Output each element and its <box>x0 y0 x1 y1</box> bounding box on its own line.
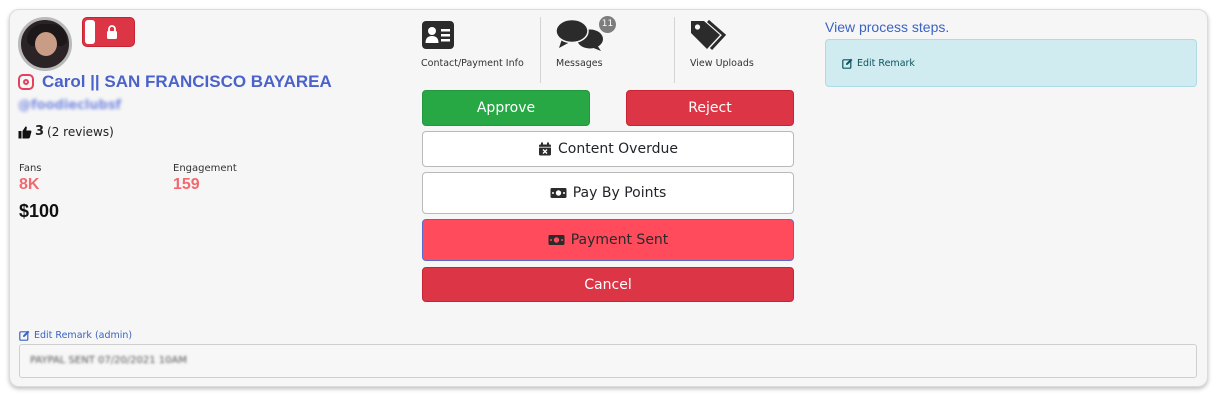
engagement-value: 159 <box>173 176 200 193</box>
fans-label: Fans <box>19 163 42 174</box>
price: $100 <box>19 201 60 221</box>
tool-view-uploads[interactable]: View Uploads <box>689 16 779 86</box>
tool-separator <box>540 17 541 83</box>
edit-remark-admin-label: Edit Remark (admin) <box>34 330 133 341</box>
toggle-knob <box>85 20 95 44</box>
lock-icon <box>107 25 117 39</box>
payment-sent-label: Payment Sent <box>570 232 669 248</box>
content-overdue-button[interactable]: Content Overdue <box>422 131 794 167</box>
rating-score: 3 <box>35 124 45 139</box>
lock-toggle[interactable] <box>82 17 135 47</box>
avatar[interactable] <box>18 17 72 71</box>
engagement-label: Engagement <box>173 163 237 174</box>
rating-reviews: (2 reviews) <box>47 124 114 139</box>
tags-icon <box>691 19 727 51</box>
contact-card-icon <box>422 21 454 49</box>
tool-contact-payment[interactable]: Contact/Payment Info <box>420 16 530 86</box>
instagram-icon <box>18 74 34 90</box>
reject-button[interactable]: Reject <box>626 90 794 126</box>
tool-separator <box>674 17 675 83</box>
money-bill-icon <box>550 188 567 198</box>
contact-payment-label: Contact/Payment Info <box>421 58 524 69</box>
admin-remark-field[interactable]: PAYPAL SENT 07/20/2021 10AM <box>19 344 1197 378</box>
approve-button[interactable]: Approve <box>422 90 590 126</box>
messages-count-badge: 11 <box>599 16 616 33</box>
messages-label: Messages <box>556 58 603 69</box>
remark-box: Edit Remark <box>825 39 1197 87</box>
chat-bubbles-icon <box>555 18 603 51</box>
edit-remark-label: Edit Remark <box>857 58 915 69</box>
content-overdue-label: Content Overdue <box>558 141 678 157</box>
edit-icon <box>19 330 30 341</box>
view-process-steps-link[interactable]: View process steps. <box>825 19 949 35</box>
approve-label: Approve <box>476 100 536 116</box>
avatar-face <box>35 32 57 56</box>
view-uploads-label: View Uploads <box>690 58 754 69</box>
admin-remark-value: PAYPAL SENT 07/20/2021 10AM <box>30 355 187 366</box>
reject-label: Reject <box>688 100 732 116</box>
rating: 3 (2 reviews) <box>18 124 114 139</box>
profile-name[interactable]: Carol || SAN FRANCISCO BAYAREA <box>42 72 332 92</box>
pay-by-points-label: Pay By Points <box>572 185 667 201</box>
profile-name-row: Carol || SAN FRANCISCO BAYAREA <box>18 72 332 92</box>
money-bill-icon <box>548 235 565 245</box>
profile-handle[interactable]: @foodieclubsf <box>18 98 121 113</box>
calendar-x-icon <box>539 142 552 156</box>
edit-remark-admin-link[interactable]: Edit Remark (admin) <box>19 330 132 341</box>
edit-remark-link[interactable]: Edit Remark <box>842 58 915 69</box>
edit-icon <box>842 58 853 69</box>
thumbs-up-icon <box>18 125 32 138</box>
fans-value: 8K <box>19 176 40 193</box>
pay-by-points-button[interactable]: Pay By Points <box>422 172 794 214</box>
cancel-button[interactable]: Cancel <box>422 267 794 302</box>
cancel-label: Cancel <box>584 276 632 293</box>
payment-sent-button[interactable]: Payment Sent <box>422 219 794 261</box>
